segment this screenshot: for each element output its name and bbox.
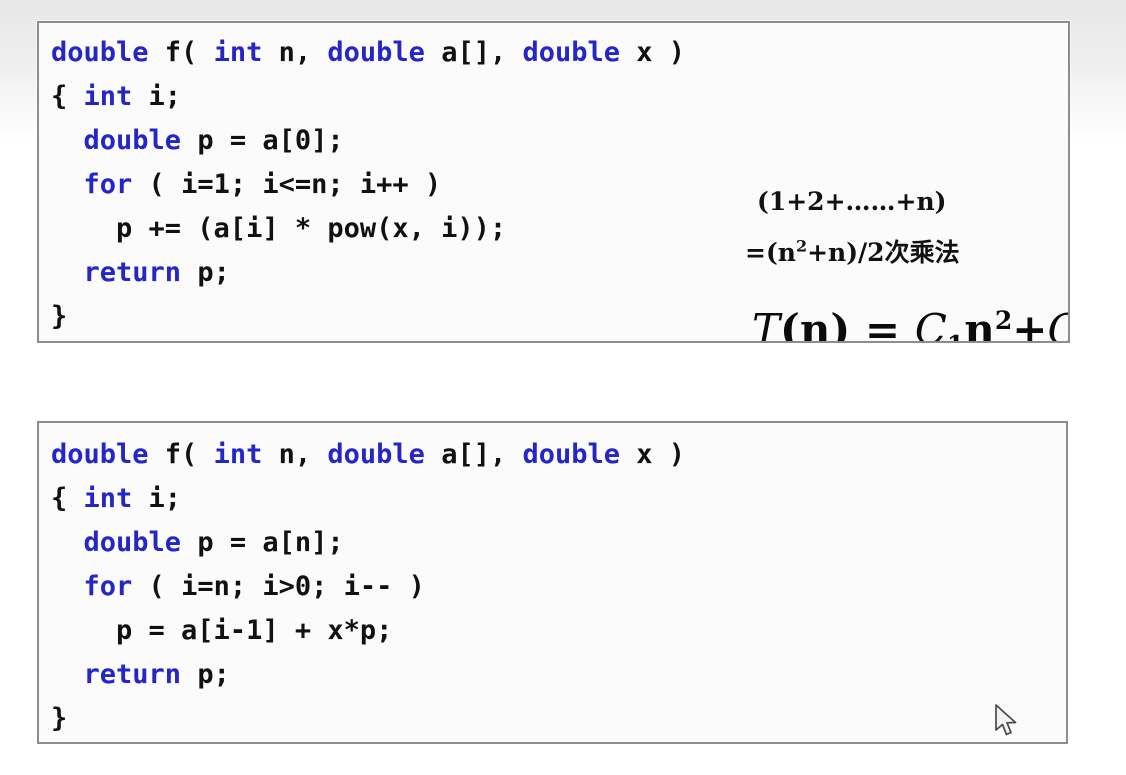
slide-canvas: double f( int n, double a[], double x ){…	[0, 0, 1126, 775]
code-line: { int i;	[51, 477, 685, 521]
code-text: f(	[148, 37, 214, 68]
code-line: { int i;	[51, 75, 685, 119]
formula-1-c1-subscript: 1	[947, 330, 964, 341]
code-text: n,	[262, 37, 328, 68]
formula-1-c1: C	[914, 305, 947, 343]
code-text: p = a[i-1] + x*p;	[51, 615, 393, 646]
code-keyword: double	[522, 439, 621, 470]
code-text: p = a[0];	[181, 125, 344, 156]
code-keyword: double	[327, 37, 425, 68]
code-text: f(	[148, 439, 214, 470]
code-keyword: int	[83, 81, 133, 112]
code-text: p += (a[i] * pow(x, i));	[51, 213, 507, 244]
mult-count-prefix: =(n	[745, 238, 796, 267]
code-text: {	[51, 81, 84, 112]
annotation-sum-series: (1+2+……+n)	[757, 187, 947, 216]
code-keyword: return	[83, 257, 182, 288]
code-text: }	[51, 301, 68, 332]
code-keyword: double	[83, 527, 182, 558]
code-line: }	[51, 697, 685, 741]
code-text: }	[51, 703, 68, 734]
code-line: }	[51, 295, 685, 339]
formula-quadratic: T(n) = C1n2+C2n	[752, 305, 1068, 343]
code-text: ( i=1; i<=n; i++ )	[132, 169, 442, 200]
formula-1-equals: =	[850, 305, 915, 343]
code-line: double f( int n, double a[], double x )	[51, 31, 685, 75]
code-block-2: double f( int n, double a[], double x ){…	[37, 421, 1068, 744]
code-text: x )	[620, 37, 686, 68]
formula-1-arg: (n)	[780, 305, 851, 343]
code-line: for ( i=n; i>0; i-- )	[51, 565, 685, 609]
code-line: for ( i=1; i<=n; i++ )	[51, 163, 685, 207]
code-text: a[],	[424, 37, 523, 68]
code-keyword: int	[213, 37, 263, 68]
code-line: double p = a[n];	[51, 521, 685, 565]
annotation-multiplication-count: =(n2+n)/2次乘法	[745, 233, 960, 269]
code-block-2-source: double f( int n, double a[], double x ){…	[51, 433, 685, 741]
code-text: {	[51, 483, 84, 514]
code-line: double f( int n, double a[], double x )	[51, 433, 685, 477]
code-text: x )	[620, 439, 686, 470]
formula-1-plus: +	[1012, 305, 1048, 343]
formula-1-c2: C	[1047, 305, 1068, 341]
code-keyword: double	[51, 439, 149, 470]
formula-1-n1: n	[964, 305, 995, 343]
code-text: p;	[181, 257, 230, 288]
code-text: p = a[n];	[181, 527, 344, 558]
formula-1-t: T	[752, 305, 781, 343]
code-keyword: for	[83, 169, 133, 200]
code-text: p;	[181, 659, 230, 690]
code-text: n,	[262, 439, 328, 470]
mult-count-suffix: +n)/2次乘法	[807, 238, 960, 267]
code-keyword: int	[83, 483, 133, 514]
code-keyword: for	[83, 571, 133, 602]
code-block-1: double f( int n, double a[], double x ){…	[37, 21, 1070, 343]
code-text: ( i=n; i>0; i-- )	[132, 571, 425, 602]
code-line: p += (a[i] * pow(x, i));	[51, 207, 685, 251]
code-text: a[],	[424, 439, 523, 470]
code-line: double p = a[0];	[51, 119, 685, 163]
code-text: i;	[132, 81, 182, 112]
code-line: p = a[i-1] + x*p;	[51, 609, 685, 653]
code-keyword: double	[51, 37, 149, 68]
code-keyword: return	[83, 659, 182, 690]
mult-count-superscript: 2	[795, 236, 808, 256]
code-block-1-source: double f( int n, double a[], double x ){…	[51, 31, 685, 339]
code-keyword: double	[327, 439, 425, 470]
code-text: i;	[132, 483, 182, 514]
code-line: return p;	[51, 251, 685, 295]
code-keyword: double	[522, 37, 621, 68]
code-keyword: double	[83, 125, 182, 156]
formula-1-n1-superscript: 2	[994, 306, 1013, 335]
code-line: return p;	[51, 653, 685, 697]
code-keyword: int	[213, 439, 263, 470]
